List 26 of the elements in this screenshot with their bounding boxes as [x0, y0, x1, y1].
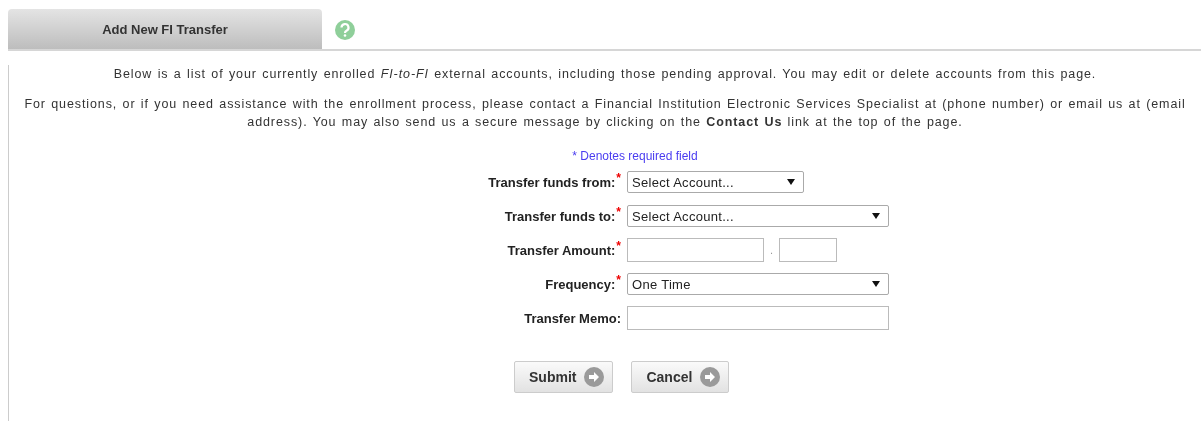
help-icon[interactable] — [334, 19, 356, 41]
field-label: Frequency: — [545, 276, 616, 292]
required-mark: * — [616, 238, 621, 253]
decimal-separator: . — [768, 244, 775, 256]
required-note: * Denotes required field — [571, 149, 699, 163]
input-field[interactable] — [779, 238, 837, 262]
dropdown[interactable]: Select Account... — [627, 205, 889, 227]
input-field[interactable] — [627, 238, 764, 262]
field-label: Transfer Amount: — [507, 242, 616, 258]
intro-paragraph: Below is a list of your currently enrolled FI-to-FI external accounts, including those pending approval. You may edit or delete accounts from this page. — [112, 66, 1098, 83]
input-field[interactable] — [627, 306, 889, 330]
required-mark: * — [616, 272, 621, 287]
dropdown[interactable]: Select Account... — [627, 171, 804, 193]
field-label: Transfer funds to: — [504, 208, 616, 224]
required-mark: * — [616, 204, 621, 219]
action-button[interactable]: Cancel — [631, 361, 730, 393]
caret-icon — [872, 281, 880, 287]
required-mark: * — [616, 170, 621, 185]
tab[interactable]: Add New FI Transfer — [8, 9, 322, 49]
dropdown[interactable]: One Time — [627, 273, 889, 295]
caret-icon — [787, 179, 795, 185]
action-button[interactable]: Submit — [514, 361, 614, 393]
field-label: Transfer Memo: — [524, 310, 621, 326]
field-label: Transfer funds from: — [488, 174, 616, 190]
intro-paragraph: For questions, or if you need assistance with the enrollment process, please contact a Financial Institution Electronic Services Specialist at (phone number) or email us at (email address). You may also send us a secure message by clicking on the Contact Us link at the top of the page. — [23, 96, 1187, 131]
caret-icon — [872, 213, 880, 219]
